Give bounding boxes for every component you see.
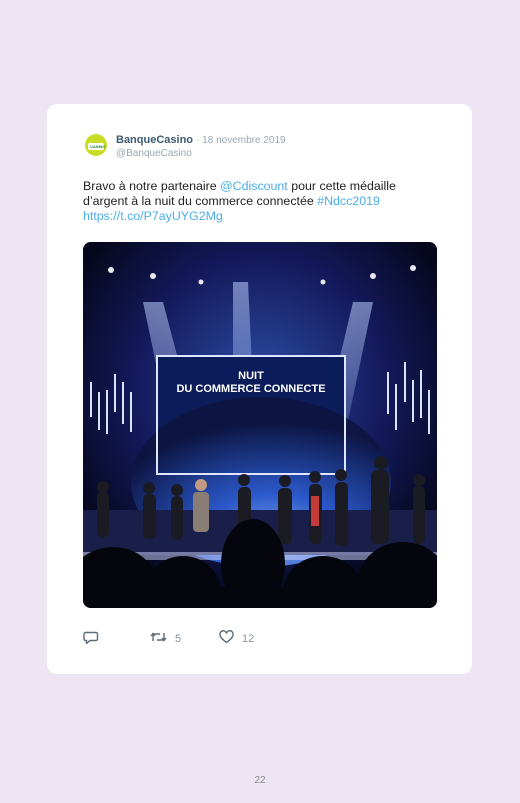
tweet-header: BanqueCasino · 18 novembre 2019 bbox=[116, 134, 286, 146]
hashtag-link[interactable]: #Ndcc2019 bbox=[317, 194, 380, 208]
page-number: 22 bbox=[254, 775, 266, 786]
tweet-text-part: Bravo à notre partenaire bbox=[83, 179, 221, 193]
tweet-text: Bravo à notre partenaire @Cdiscount pour… bbox=[83, 179, 433, 224]
mention-link[interactable]: @Cdiscount bbox=[220, 179, 288, 193]
tweet-actions: 5 12 bbox=[83, 630, 443, 646]
avatar-logo-text: CASINO bbox=[90, 144, 106, 149]
retweet-action[interactable]: 5 bbox=[150, 630, 181, 647]
screen-title-line1: NUIT bbox=[238, 370, 264, 382]
author-name[interactable]: BanqueCasino bbox=[116, 134, 193, 146]
avatar-logo: CASINO bbox=[88, 143, 106, 150]
retweet-count: 5 bbox=[175, 632, 182, 645]
retweet-icon[interactable] bbox=[150, 630, 167, 647]
tweet-date[interactable]: · 18 novembre 2019 bbox=[196, 135, 286, 146]
tweet-photo[interactable]: NUIT DU COMMERCE CONNECTE bbox=[83, 242, 437, 608]
like-action[interactable]: 12 bbox=[219, 630, 254, 647]
avatar[interactable]: CASINO bbox=[85, 134, 107, 156]
screen-title-line2: DU COMMERCE CONNECTE bbox=[176, 383, 325, 395]
stage-photo: NUIT DU COMMERCE CONNECTE bbox=[83, 242, 437, 608]
like-icon[interactable] bbox=[219, 630, 234, 647]
reply-action[interactable] bbox=[83, 630, 99, 647]
tweet-card: CASINO BanqueCasino · 18 novembre 2019 @… bbox=[47, 104, 472, 674]
reply-icon[interactable] bbox=[83, 630, 99, 647]
url-link[interactable]: https://t.co/P7ayUYG2Mg bbox=[83, 209, 223, 223]
like-count: 12 bbox=[242, 632, 255, 645]
author-handle[interactable]: @BanqueCasino bbox=[116, 148, 192, 159]
